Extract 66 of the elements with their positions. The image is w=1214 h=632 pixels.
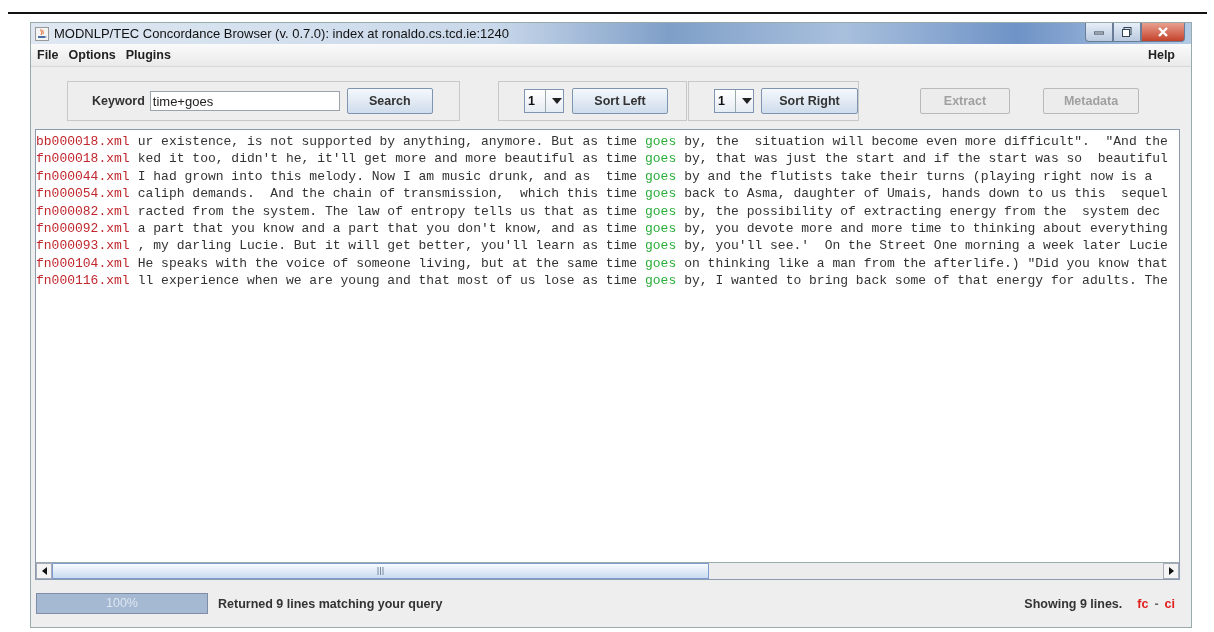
menu-item[interactable]: Options <box>68 48 122 62</box>
keyword: goes <box>645 272 677 290</box>
sort-left-button[interactable]: Sort Left <box>572 88 668 114</box>
close-button[interactable] <box>1141 23 1185 42</box>
right-context: by, you devote more and more time to thinking about everything <box>684 219 1168 238</box>
flag-link[interactable]: fc <box>1137 596 1149 611</box>
scroll-right-button[interactable] <box>1163 563 1179 579</box>
menu-item[interactable]: File <box>37 48 65 62</box>
keyword: goes <box>645 133 677 151</box>
left-context: ur existence, is not supported by anything, anymore. But as time <box>137 133 637 151</box>
file-name[interactable]: bb000018.xml <box>36 133 137 151</box>
file-name[interactable]: fn000092.xml <box>36 219 137 238</box>
restore-icon <box>1122 27 1132 37</box>
keyword: goes <box>645 150 677 168</box>
left-context: ked it too, didn't he, it'll get more and more beautiful as time <box>137 150 637 168</box>
right-arrow-icon <box>1168 567 1174 575</box>
line-count: Showing 9 lines. <box>1024 596 1123 611</box>
file-name[interactable]: fn000104.xml <box>36 254 137 273</box>
file-name[interactable]: fn000116.xml <box>36 272 137 290</box>
window-title: MODNLP/TEC Concordance Browser (v. 0.7.0): index at ronaldo.cs.tcd.ie:1240 <box>54 26 510 41</box>
left-context: He speaks with the voice of someone living, but at the same time <box>137 254 637 273</box>
sort-right-button[interactable]: Sort Right <box>761 88 858 114</box>
right-context: by, you'll see.' On the Street One morning a week later Lucie <box>684 237 1168 255</box>
file-name[interactable]: fn000018.xml <box>36 150 137 168</box>
keyword: goes <box>645 185 677 203</box>
status-message: Returned 9 lines matching your query <box>218 596 443 611</box>
right-context: back to Asma, daughter of Umais, hands down to us this sequel <box>684 185 1168 203</box>
keyword: goes <box>645 237 677 255</box>
maximize-button[interactable] <box>1113 23 1141 42</box>
keyword-field[interactable]: time+goes <box>149 91 340 111</box>
keyword: goes <box>645 167 677 186</box>
left-arrow-icon <box>41 567 47 575</box>
left-context: racted from the system. The law of entropy tells us that as time <box>137 202 637 220</box>
scroll-left-button[interactable] <box>36 563 52 579</box>
caret-icon <box>741 97 753 105</box>
search-button[interactable]: Search <box>346 88 433 114</box>
left-context: I had grown into this melody. Now I am music drunk, and as time <box>137 167 637 186</box>
keyword: goes <box>645 202 677 220</box>
right-context: by, the possibility of extracting energy from the system dec <box>684 202 1161 220</box>
right-context: on thinking like a man from the afterlife.) "Did you know that <box>684 254 1168 273</box>
menu-item[interactable]: Plugins <box>125 48 177 62</box>
keyword-label: Keyword <box>92 94 145 108</box>
left-context: , my darling Lucie. But it will get better, you'll learn as time <box>137 237 637 255</box>
help-menu[interactable]: Help <box>1147 48 1181 62</box>
minimize-button[interactable] <box>1085 23 1113 42</box>
right-context: by, that was just the start and if the start was so beautiful <box>684 150 1168 168</box>
minimize-icon <box>1094 29 1104 35</box>
separator: - <box>1154 596 1159 611</box>
flag-link[interactable]: ci <box>1164 596 1175 611</box>
left-context: a part that you know and a part that you don't know, and as time <box>137 219 637 238</box>
context-dropdown[interactable]: 1 <box>714 89 754 113</box>
close-icon <box>1157 27 1169 37</box>
file-name[interactable]: fn000082.xml <box>36 202 137 220</box>
context-dropdown[interactable]: 1 <box>524 89 564 113</box>
keyword: goes <box>645 254 677 273</box>
right-context: by, I wanted to bring back some of that energy for adults. The <box>684 272 1168 290</box>
file-name[interactable]: fn000044.xml <box>36 167 137 186</box>
right-context: by and the flutists take their turns (playing right now is a <box>684 167 1153 186</box>
keyword: goes <box>645 219 677 238</box>
right-context: by, the situation will become even more difficult". "And the <box>684 133 1168 151</box>
left-context: ll experience when we are young and that most of us lose as time <box>137 272 637 290</box>
file-name[interactable]: fn000054.xml <box>36 185 137 203</box>
caret-icon <box>551 97 563 105</box>
left-context: caliph demands. And the chain of transmission, which this time <box>137 185 637 203</box>
scrollbar-thumb[interactable] <box>52 563 709 579</box>
file-name[interactable]: fn000093.xml <box>36 237 137 255</box>
